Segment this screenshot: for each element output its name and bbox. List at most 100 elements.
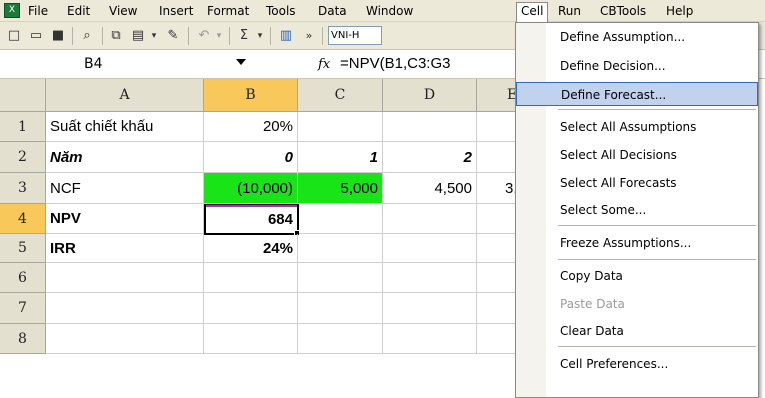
cell-b6[interactable]: [204, 263, 298, 293]
row-header-1[interactable]: 1: [0, 112, 46, 142]
cell-c8[interactable]: [298, 324, 383, 354]
insert-function-icon[interactable]: fx: [318, 57, 330, 72]
cell-c7[interactable]: [298, 293, 383, 324]
cell-e4[interactable]: [477, 204, 517, 234]
cell-c3[interactable]: 5,000: [298, 173, 383, 204]
row-header-3[interactable]: 3: [0, 173, 46, 204]
undo-dropdown-icon[interactable]: ▾: [213, 27, 225, 45]
cell-c6[interactable]: [298, 263, 383, 293]
row-header-5[interactable]: 5: [0, 234, 46, 263]
menu-item-select-all-forecasts[interactable]: Select All Forecasts: [516, 171, 758, 195]
cell-b5[interactable]: 24%: [204, 234, 298, 263]
cell-b1[interactable]: 20%: [204, 112, 298, 142]
name-box-dropdown-icon[interactable]: [236, 59, 246, 65]
cell-e2[interactable]: [477, 142, 517, 173]
menu-window[interactable]: Window: [362, 3, 417, 19]
formula-input[interactable]: =NPV(B1,C3:G3: [340, 55, 450, 72]
cell-e1[interactable]: [477, 112, 517, 142]
cell-d6[interactable]: [383, 263, 477, 293]
cell-b3[interactable]: (10,000): [204, 173, 298, 204]
cell-a1[interactable]: Suất chiết khấu: [46, 112, 204, 142]
menu-cell[interactable]: Cell: [516, 2, 549, 22]
select-all-corner[interactable]: [0, 79, 46, 112]
cell-a8[interactable]: [46, 324, 204, 354]
cell-c2[interactable]: 1: [298, 142, 383, 173]
cell-b2[interactable]: 0: [204, 142, 298, 173]
paste-dropdown-icon[interactable]: ▾: [148, 27, 160, 45]
font-name-box[interactable]: VNI-H: [328, 26, 382, 45]
cell-c5[interactable]: [298, 234, 383, 263]
cell-c4[interactable]: [299, 204, 383, 234]
cell-d3[interactable]: 4,500: [383, 173, 477, 204]
menu-item-define-assumption[interactable]: Define Assumption...: [516, 25, 758, 49]
menu-item-copy-data[interactable]: Copy Data: [516, 264, 758, 288]
menu-tools[interactable]: Tools: [262, 3, 300, 19]
menu-item-define-decision[interactable]: Define Decision...: [516, 54, 758, 78]
cell-b4[interactable]: 684: [204, 204, 299, 235]
open-icon[interactable]: ▭: [26, 27, 46, 45]
column-header-d[interactable]: D: [383, 79, 477, 112]
menu-data[interactable]: Data: [314, 3, 351, 19]
toolbar-separator: [102, 27, 103, 45]
cell-e6[interactable]: [477, 263, 517, 293]
cell-d8[interactable]: [383, 324, 477, 354]
menu-format[interactable]: Format: [203, 3, 253, 19]
menu-help[interactable]: Help: [662, 3, 697, 19]
menu-item-clear-data[interactable]: Clear Data: [516, 319, 758, 343]
print-preview-icon[interactable]: ⌕: [77, 27, 97, 45]
row-header-2[interactable]: 2: [0, 142, 46, 173]
cell-a6[interactable]: [46, 263, 204, 293]
menu-item-cell-preferences[interactable]: Cell Preferences...: [516, 352, 758, 376]
row-header-8[interactable]: 8: [0, 324, 46, 354]
column-header-b[interactable]: B: [204, 79, 298, 112]
format-painter-icon[interactable]: ✎: [163, 27, 183, 45]
menu-separator: [558, 259, 756, 260]
paste-icon[interactable]: ▤: [128, 27, 148, 45]
undo-icon[interactable]: ↶: [194, 27, 214, 45]
menu-run[interactable]: Run: [554, 3, 585, 19]
chart-wizard-icon[interactable]: ▥: [276, 27, 296, 45]
menu-item-define-forecast[interactable]: Define Forecast...: [516, 82, 758, 106]
cell-e7[interactable]: [477, 293, 517, 324]
menu-item-freeze-assumptions[interactable]: Freeze Assumptions...: [516, 231, 758, 255]
cell-d5[interactable]: [383, 234, 477, 263]
name-box[interactable]: B4: [0, 54, 258, 75]
cell-a2[interactable]: Năm: [46, 142, 204, 173]
menu-item-select-all-assumptions[interactable]: Select All Assumptions: [516, 115, 758, 139]
menu-item-select-all-decisions[interactable]: Select All Decisions: [516, 143, 758, 167]
cell-b7[interactable]: [204, 293, 298, 324]
toolbar-options-icon[interactable]: »: [299, 27, 319, 45]
cell-c1[interactable]: [298, 112, 383, 142]
cell-e8[interactable]: [477, 324, 517, 354]
column-header-e[interactable]: E: [477, 79, 517, 112]
column-header-a[interactable]: A: [46, 79, 204, 112]
row-header-7[interactable]: 7: [0, 293, 46, 324]
menu-file[interactable]: File: [24, 3, 52, 19]
column-header-c[interactable]: C: [298, 79, 383, 112]
new-icon[interactable]: □: [4, 27, 24, 45]
cell-e5[interactable]: [477, 234, 517, 263]
autosum-dropdown-icon[interactable]: ▾: [254, 27, 266, 45]
cell-a4[interactable]: NPV: [46, 204, 204, 234]
menu-item-select-some[interactable]: Select Some...: [516, 198, 758, 222]
menu-item-label: Define Assumption...: [560, 30, 686, 44]
cell-b8[interactable]: [204, 324, 298, 354]
copy-icon[interactable]: ⧉: [106, 27, 126, 45]
cell-a5[interactable]: IRR: [46, 234, 204, 263]
menu-view[interactable]: View: [105, 3, 141, 19]
row-header-4[interactable]: 4: [0, 204, 46, 234]
excel-app-icon[interactable]: X: [4, 3, 20, 18]
autosum-icon[interactable]: Σ: [234, 27, 254, 45]
menu-cbtools[interactable]: CBTools: [596, 3, 650, 19]
cell-d7[interactable]: [383, 293, 477, 324]
cell-d4[interactable]: [383, 204, 477, 234]
cell-e3[interactable]: 3,: [477, 173, 517, 204]
cell-a3[interactable]: NCF: [46, 173, 204, 204]
menu-insert[interactable]: Insert: [155, 3, 197, 19]
cell-d1[interactable]: [383, 112, 477, 142]
menu-edit[interactable]: Edit: [63, 3, 94, 19]
cell-d2[interactable]: 2: [383, 142, 477, 173]
cell-a7[interactable]: [46, 293, 204, 324]
save-icon[interactable]: ■: [48, 27, 68, 45]
row-header-6[interactable]: 6: [0, 263, 46, 293]
